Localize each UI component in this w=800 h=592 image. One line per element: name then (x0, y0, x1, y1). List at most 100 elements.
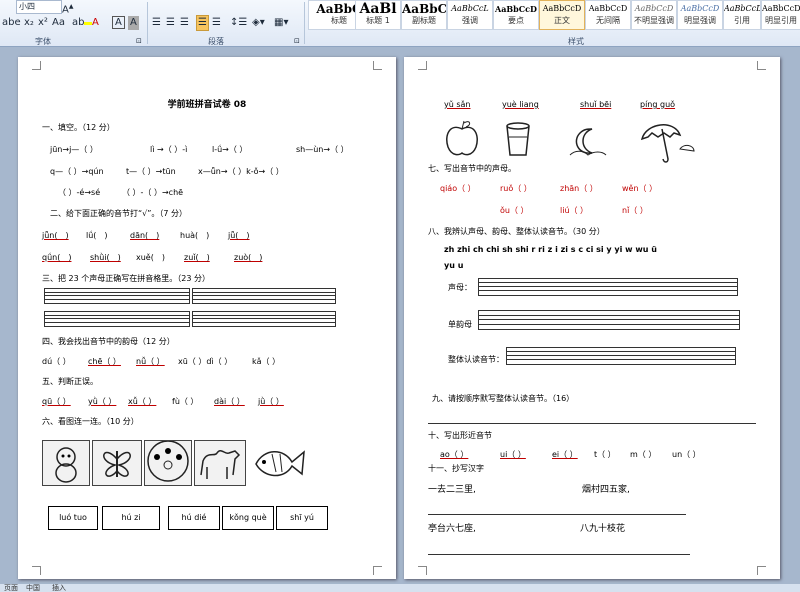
initial-item-text: liú（ ） (560, 206, 589, 215)
page-2[interactable]: yǔ sǎn yuè liang shuǐ bēi píng guǒ 七、写出音… (404, 57, 780, 579)
fill-item: lì →（ ）-ì (150, 145, 188, 154)
choice-item: zuò( ) (234, 253, 263, 262)
section-10-heading: 十、写出形近音节 (428, 431, 492, 440)
choice-item: xuě( ) (136, 253, 165, 262)
choice-item: lǘ( ) (86, 231, 108, 240)
initial-item-text: ruǒ（ ） (500, 184, 532, 193)
style-normal[interactable]: AaBbCcD 正文 (539, 0, 585, 30)
section-5-heading: 五、判断正误。 (42, 377, 98, 386)
similar-item: m（ ） (630, 450, 657, 459)
font-dialog-launcher[interactable]: ⊡ (136, 34, 142, 48)
style-sample: AaBbCcD (495, 4, 537, 14)
style-strong[interactable]: AaBbCcD 要点 (493, 0, 539, 30)
align-left-button[interactable]: ☰ (152, 16, 161, 30)
vowels-grid[interactable] (478, 310, 740, 330)
font-group-label: 字体 (35, 37, 51, 46)
picture-pinyin: yuè liang (502, 100, 539, 109)
camel-image (194, 440, 246, 486)
picture-pinyin: píng guǒ (640, 100, 676, 109)
style-intense-emphasis[interactable]: AaBbCcD 明显强调 (677, 0, 723, 30)
style-no-spacing[interactable]: AaBbCcD 无间隔 (585, 0, 631, 30)
vowel-item: nǚ（ ） (136, 357, 165, 366)
grow-font-button[interactable]: A▲ (62, 0, 73, 17)
section-11-heading: 十一、抄写汉字 (428, 464, 484, 473)
whole-syllable-grid[interactable] (506, 347, 736, 365)
copy-text: 亭台六七座, (428, 524, 476, 534)
similar-item: ao（ ） (440, 450, 469, 459)
fill-item: （ ）-é→sé (58, 188, 101, 197)
line-spacing-button[interactable]: ↕☰ (230, 16, 247, 30)
font-size-select[interactable]: 小四 (16, 0, 62, 14)
char-border-button[interactable]: A (112, 16, 125, 29)
pinyin-grid[interactable] (192, 311, 336, 327)
pinyin-box: hú zi (102, 506, 160, 530)
choice-item: huà( ) (180, 231, 210, 240)
style-name: 强调 (462, 16, 478, 25)
pinyin-box: kǒng què (222, 506, 274, 530)
style-name: 副标题 (412, 16, 436, 25)
style-subtitle[interactable]: AaBbC 副标题 (401, 0, 447, 30)
style-quote[interactable]: AaBbCcD 引用 (723, 0, 761, 30)
initial-item-text: nǐ（ ） (622, 206, 648, 215)
vowel-item: dú（ ） (42, 357, 71, 366)
style-heading1[interactable]: AaBl 标题 1 (355, 0, 401, 30)
style-name: 标题 1 (366, 16, 390, 25)
apple-image (442, 119, 482, 159)
pinyin-grid[interactable] (44, 288, 190, 304)
initials-grid[interactable] (478, 278, 738, 296)
align-right-button[interactable]: ☰ (180, 16, 189, 30)
moon-image (566, 125, 610, 159)
style-name: 明显强调 (684, 16, 716, 25)
char-shading-button[interactable]: A (128, 16, 139, 30)
initial-item: liú（ ） (560, 206, 588, 216)
section-7-heading: 七、写出音节中的声母。 (428, 164, 516, 173)
paragraph-dialog-launcher[interactable]: ⊡ (294, 34, 300, 48)
status-bar: 页面 中国 插入 (0, 584, 800, 592)
similar-item: ui（ ） (500, 450, 526, 459)
syllable-list-cont: yu u (444, 261, 464, 270)
initial-item-text: zhān（ ） (560, 184, 598, 193)
fish-image (250, 442, 308, 484)
style-subtle-emphasis[interactable]: AaBbCcD 不明显强调 (631, 0, 677, 30)
initial-item: ǒu（ ） (500, 206, 529, 216)
style-sample: AaBbCcD (634, 4, 674, 13)
style-emphasis[interactable]: AaBbCcL 强调 (447, 0, 493, 30)
crop-mark (32, 61, 41, 70)
styles-group-label: 样式 (568, 37, 584, 46)
status-page[interactable]: 页面 (4, 584, 18, 592)
fill-item: l-ǘ→（ ） (212, 145, 248, 154)
style-name: 要点 (508, 16, 524, 25)
highlight-button[interactable]: ab (72, 16, 93, 30)
divider (304, 2, 305, 44)
status-language[interactable]: 中国 (26, 584, 40, 592)
pinyin-grid[interactable] (192, 288, 336, 304)
justify-button[interactable]: ☰ (196, 15, 209, 31)
picture-pinyin: shuǐ bēi (580, 100, 612, 109)
choice-item: shǜi( ) (90, 253, 121, 262)
shading-button[interactable]: ◈▾ (252, 16, 265, 30)
style-intense-quote[interactable]: AaBbCcD 明显引用 (761, 0, 800, 30)
page-1[interactable]: 学前班拼音试卷 08 一、填空。（12 分） jūn→j—（ ） lì →（ ）… (18, 57, 396, 579)
document-workspace[interactable]: 学前班拼音试卷 08 一、填空。（12 分） jūn→j—（ ） lì →（ ）… (0, 47, 800, 584)
subscript-button[interactable]: x₂ (24, 16, 34, 30)
pinyin-box: hú dié (168, 506, 220, 530)
pinyin-grid[interactable] (44, 311, 190, 327)
initial-item-text: ǒu（ ） (500, 206, 529, 215)
superscript-button[interactable]: x² (38, 16, 48, 30)
borders-button[interactable]: ▦▾ (274, 16, 288, 30)
section-4-heading: 四、我会找出音节中的韵母（12 分） (42, 337, 175, 346)
style-sample: AaBbCcD (762, 4, 800, 13)
style-sample: AaBbCcD (588, 4, 628, 13)
monkey-image (42, 440, 90, 486)
vowel-item: xū（ ）dì（ ） (178, 357, 233, 366)
exam-title: 学前班拼音试卷 08 (167, 100, 247, 110)
judge-item: xǚ（ ） (128, 397, 157, 406)
align-center-button[interactable]: ☰ (166, 16, 175, 30)
font-color-button[interactable]: A (92, 16, 99, 30)
change-case-button[interactable]: Aa (52, 16, 65, 30)
distributed-button[interactable]: ☰ (212, 16, 221, 30)
section-6-heading: 六、看图连一连。（10 分） (42, 417, 139, 426)
section-1-heading: 一、填空。（12 分） (42, 123, 115, 132)
strikethrough-button[interactable]: abe (2, 16, 21, 30)
status-mode[interactable]: 插入 (52, 584, 66, 592)
